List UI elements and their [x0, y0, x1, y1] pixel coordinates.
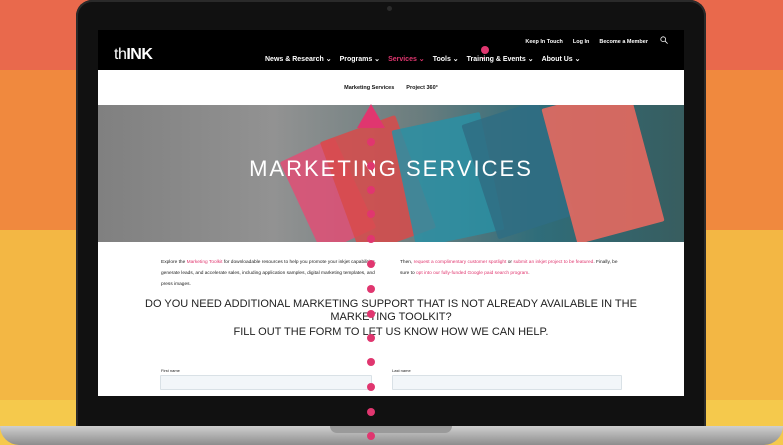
scroll-dot	[367, 186, 375, 194]
scroll-up-arrow-icon	[357, 104, 385, 128]
nav-news-research[interactable]: News & Research ⌄	[265, 55, 332, 63]
utility-link-login[interactable]: Log In	[573, 39, 590, 45]
utility-links: Keep In Touch Log In Become a Member	[525, 39, 648, 45]
intro-paragraph-left: Explore the Marketing Toolkit for downlo…	[161, 260, 377, 287]
utility-link-become-member[interactable]: Become a Member	[599, 39, 648, 45]
intro-paragraph-right: Then, request a complimentary customer s…	[400, 260, 618, 276]
nav-programs[interactable]: Programs ⌄	[340, 55, 381, 63]
scroll-dot	[367, 310, 375, 318]
submit-project-link[interactable]: submit an inkjet project to be featured	[513, 260, 593, 265]
page-title: MARKETING SERVICES	[249, 156, 533, 181]
hero-banner: MARKETING SERVICES	[98, 105, 684, 242]
first-name-input[interactable]	[160, 375, 372, 390]
last-name-label: Last name	[392, 368, 411, 373]
scroll-dot	[367, 432, 375, 440]
main-nav: News & Research ⌄ Programs ⌄ Services ⌄ …	[265, 55, 581, 63]
camera-icon	[387, 6, 392, 11]
google-search-program-link[interactable]: opt into our fully-funded Google paid se…	[416, 271, 528, 276]
scroll-dot	[367, 383, 375, 391]
last-name-input[interactable]	[392, 375, 622, 390]
scroll-dot	[367, 210, 375, 218]
scroll-dot	[367, 138, 375, 146]
first-name-label: First name	[161, 368, 180, 373]
scroll-dot	[367, 285, 375, 293]
nav-about-us[interactable]: About Us ⌄	[542, 55, 581, 63]
scroll-dot	[367, 408, 375, 416]
scroll-dot	[367, 334, 375, 342]
search-icon[interactable]	[660, 36, 668, 44]
nav-services[interactable]: Services ⌄	[388, 55, 425, 63]
sub-nav: Marketing Services Project 360°	[98, 70, 684, 105]
site-logo[interactable]: thINK.	[114, 46, 489, 64]
scroll-dot	[367, 162, 375, 170]
marketing-toolkit-link[interactable]: Marketing Toolkit	[187, 260, 223, 265]
site-header: thINK. Keep In Touch Log In Become a Mem…	[98, 30, 684, 70]
customer-spotlight-link[interactable]: request a complimentary customer spotlig…	[414, 260, 507, 265]
support-question: DO YOU NEED ADDITIONAL MARKETING SUPPORT…	[145, 298, 637, 338]
nav-tools[interactable]: Tools ⌄	[433, 55, 459, 63]
subnav-marketing-services[interactable]: Marketing Services	[344, 85, 394, 91]
subnav-project-360[interactable]: Project 360°	[406, 85, 438, 91]
utility-link-keep-in-touch[interactable]: Keep In Touch	[525, 39, 562, 45]
laptop-notch	[330, 426, 452, 433]
scroll-dot	[367, 358, 375, 366]
scroll-dot	[367, 260, 375, 268]
scroll-dot	[367, 235, 375, 243]
browser-screen: thINK. Keep In Touch Log In Become a Mem…	[98, 30, 684, 396]
nav-training-events[interactable]: Training & Events ⌄	[467, 55, 534, 63]
